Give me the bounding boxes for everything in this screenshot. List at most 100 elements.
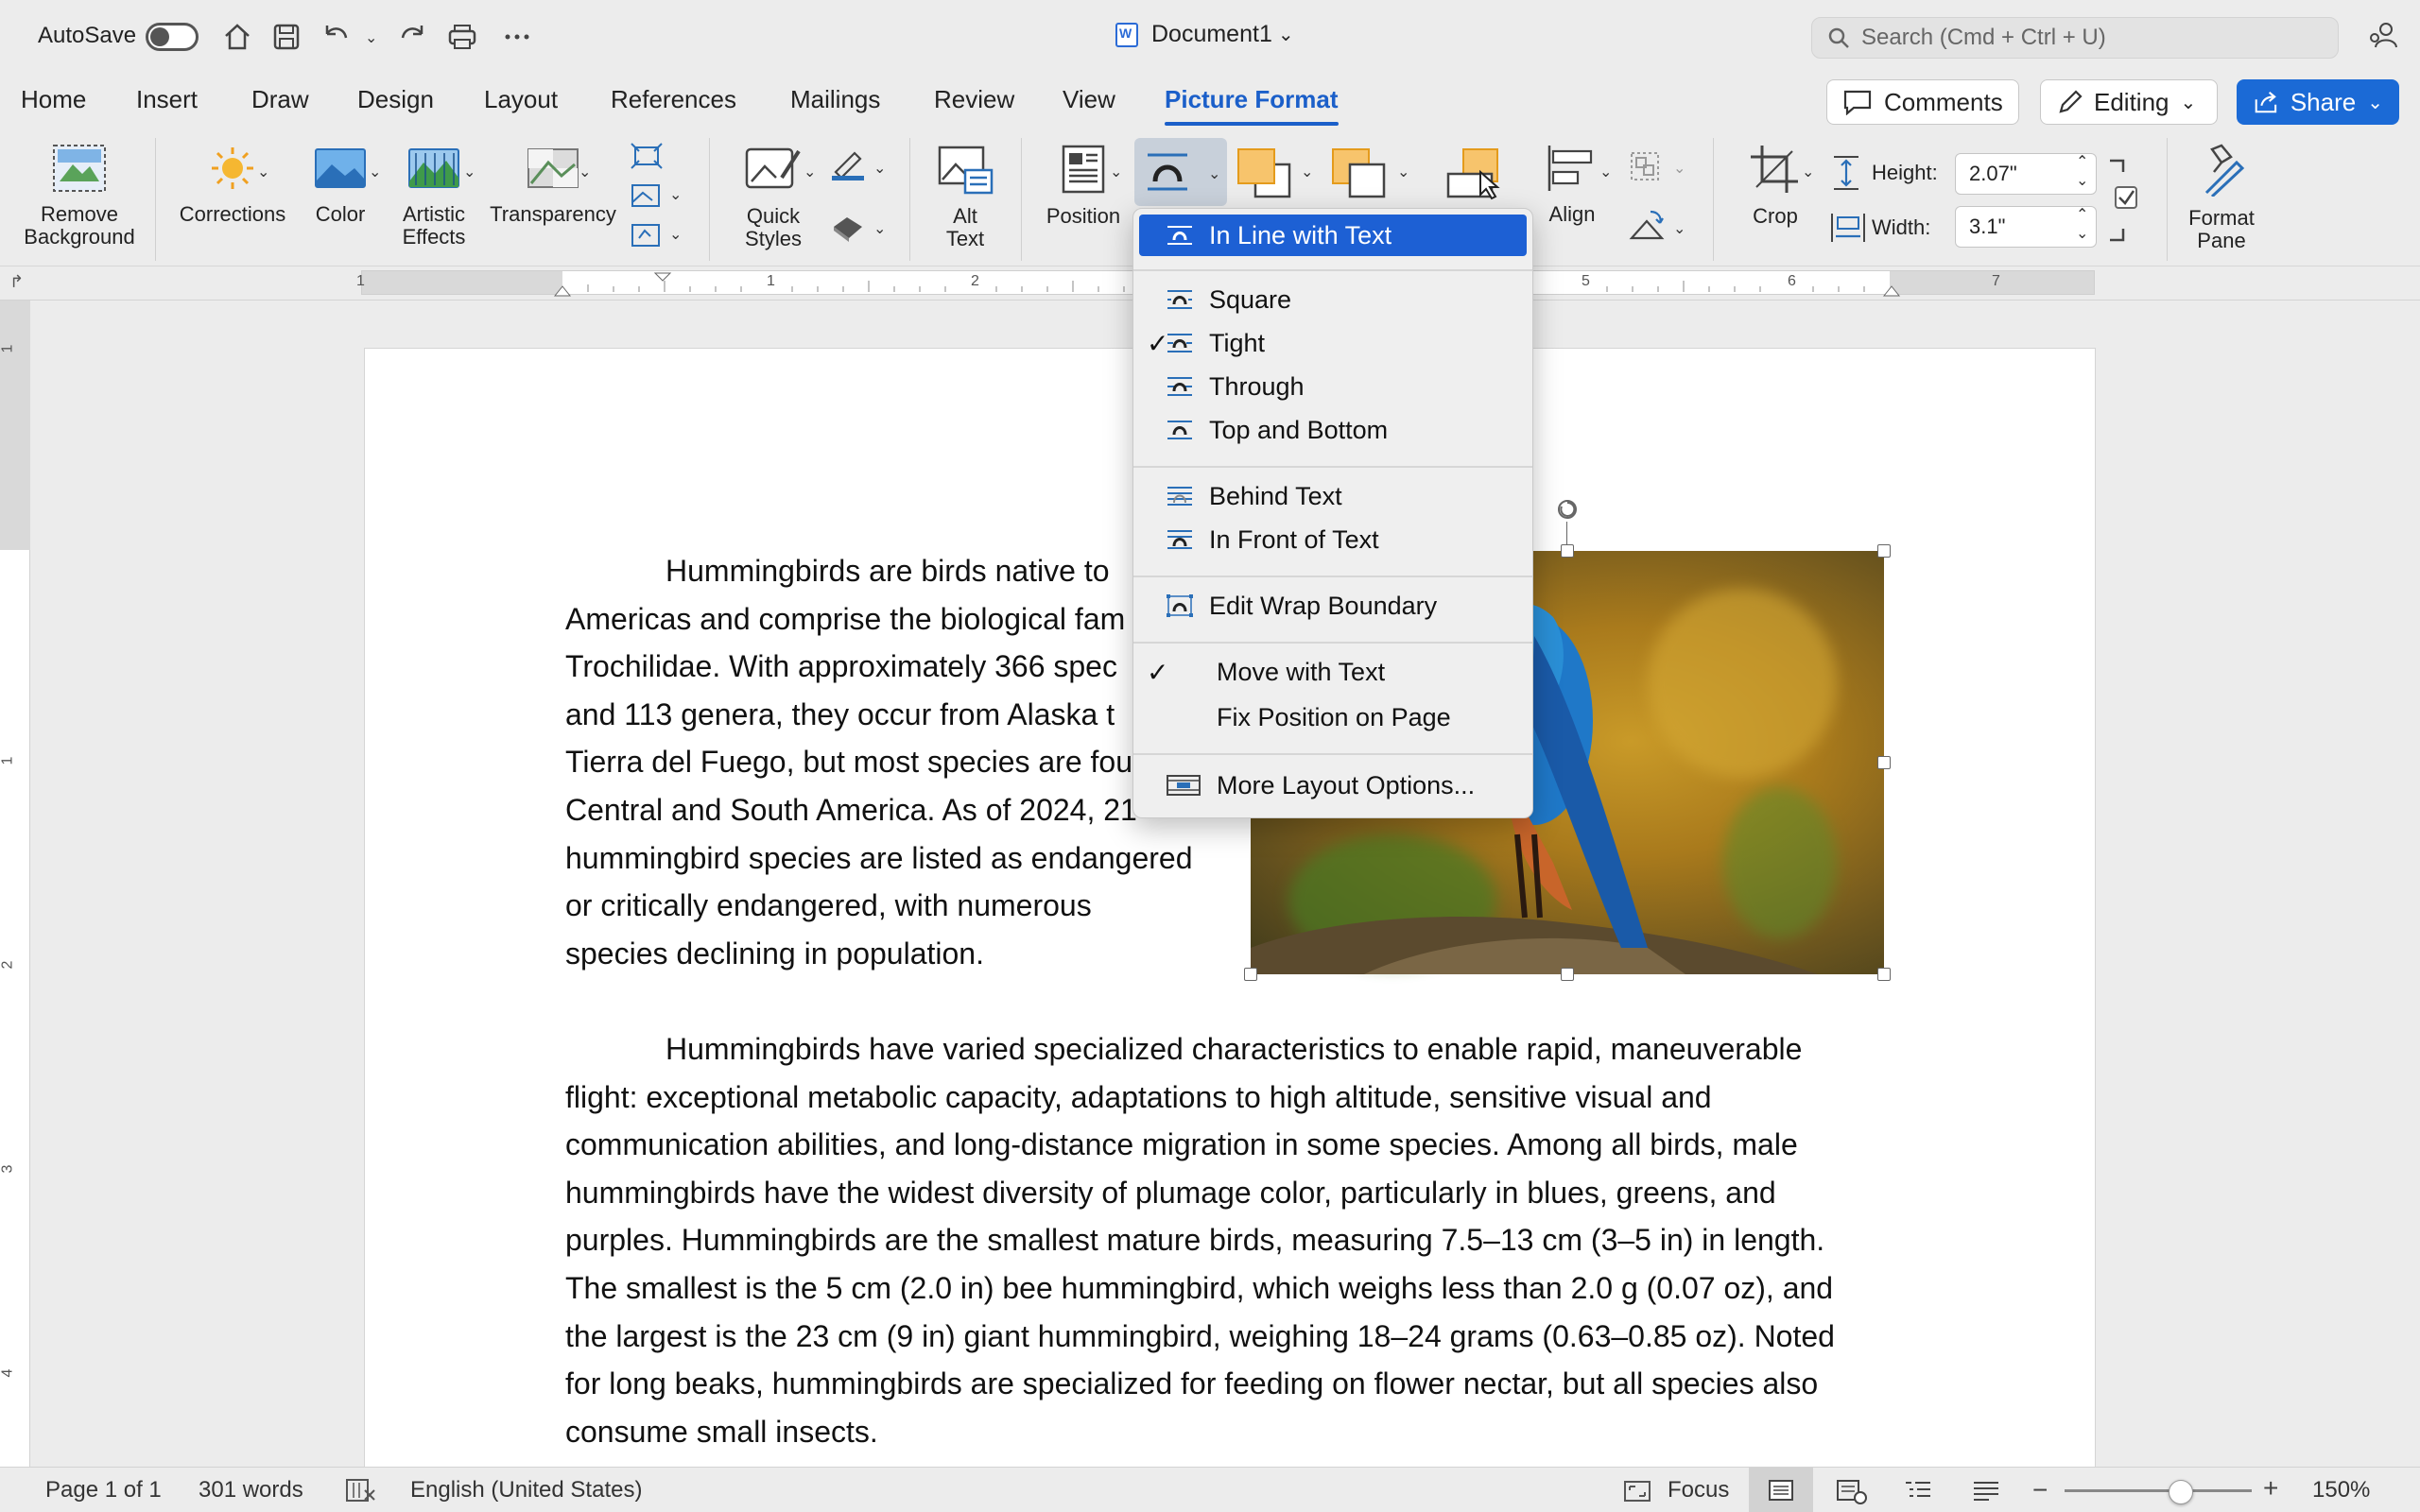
- outline-view-icon[interactable]: [1904, 1479, 1932, 1503]
- width-stepper[interactable]: ⌃ ⌄: [2076, 206, 2088, 244]
- bring-forward-dropdown-icon[interactable]: ⌄: [1301, 163, 1313, 181]
- home-icon[interactable]: [221, 21, 253, 53]
- document-title[interactable]: Document1 ⌄: [1115, 21, 1294, 48]
- proofing-icon[interactable]: [344, 1477, 376, 1503]
- quick-styles-button[interactable]: Quick Styles: [724, 144, 822, 250]
- page-count[interactable]: Page 1 of 1: [45, 1477, 162, 1503]
- language[interactable]: English (United States): [410, 1477, 642, 1503]
- resize-handle-bottom[interactable]: [1561, 968, 1574, 981]
- position-button[interactable]: Position: [1036, 144, 1131, 228]
- menu-item-edit-wrap-boundary[interactable]: Edit Wrap Boundary: [1139, 585, 1527, 627]
- resize-handle-right[interactable]: [1877, 756, 1891, 769]
- crop-dropdown-icon[interactable]: ⌄: [1802, 163, 1814, 181]
- more-icon[interactable]: [501, 21, 533, 53]
- rotate-icon[interactable]: [1628, 208, 1666, 242]
- focus-button[interactable]: Focus: [1668, 1477, 1729, 1503]
- position-dropdown-icon[interactable]: ⌄: [1110, 163, 1122, 181]
- menu-item-tight[interactable]: ✓ Tight: [1139, 322, 1527, 364]
- save-icon[interactable]: [270, 21, 302, 53]
- menu-item-in-line-with-text[interactable]: In Line with Text: [1139, 215, 1527, 256]
- comments-button[interactable]: Comments: [1826, 79, 2019, 125]
- tab-home[interactable]: Home: [21, 85, 86, 114]
- undo-dropdown-icon[interactable]: ⌄: [365, 28, 377, 47]
- artistic-effects-button[interactable]: Artistic Effects: [389, 144, 478, 249]
- zoom-out-button[interactable]: −: [2032, 1475, 2048, 1505]
- menu-item-behind-text[interactable]: Behind Text: [1139, 475, 1527, 517]
- resize-handle-bottom-left[interactable]: [1244, 968, 1257, 981]
- share-button[interactable]: Share ⌄: [2237, 79, 2399, 125]
- tab-stop-icon[interactable]: ↱: [9, 272, 24, 292]
- group-dropdown-icon[interactable]: ⌄: [1673, 159, 1685, 178]
- color-dropdown-icon[interactable]: ⌄: [369, 163, 381, 181]
- remove-background-button[interactable]: Remove Background: [17, 144, 142, 249]
- group-icon[interactable]: [1628, 149, 1662, 183]
- menu-item-move-with-text[interactable]: ✓ Move with Text: [1139, 651, 1527, 693]
- tab-insert[interactable]: Insert: [136, 85, 198, 114]
- menu-item-top-and-bottom[interactable]: Top and Bottom: [1139, 409, 1527, 451]
- print-layout-view-button[interactable]: [1749, 1468, 1813, 1512]
- menu-item-more-layout-options[interactable]: More Layout Options...: [1139, 765, 1527, 806]
- quick-styles-dropdown-icon[interactable]: ⌄: [804, 163, 816, 181]
- transparency-dropdown-icon[interactable]: ⌄: [579, 163, 591, 181]
- tab-view[interactable]: View: [1063, 85, 1115, 114]
- draft-view-icon[interactable]: [1972, 1479, 2000, 1503]
- zoom-in-button[interactable]: +: [2263, 1473, 2278, 1503]
- zoom-slider-thumb[interactable]: [2168, 1480, 2193, 1504]
- tab-design[interactable]: Design: [357, 85, 434, 114]
- align-button[interactable]: Align: [1530, 144, 1615, 226]
- account-icon[interactable]: [2367, 19, 2399, 51]
- tab-layout[interactable]: Layout: [484, 85, 558, 114]
- reset-picture-icon[interactable]: [630, 221, 664, 249]
- compress-pictures-icon[interactable]: [630, 142, 664, 170]
- tab-references[interactable]: References: [611, 85, 736, 114]
- height-stepper[interactable]: ⌃ ⌄: [2076, 153, 2088, 191]
- menu-item-fix-position-on-page[interactable]: Fix Position on Page: [1139, 696, 1527, 738]
- zoom-level[interactable]: 150%: [2312, 1477, 2370, 1503]
- tab-mailings[interactable]: Mailings: [790, 85, 880, 114]
- bring-forward-icon[interactable]: [1235, 146, 1295, 202]
- picture-border-dropdown-icon[interactable]: ⌄: [873, 159, 886, 178]
- artistic-effects-dropdown-icon[interactable]: ⌄: [463, 163, 475, 181]
- left-indent-marker[interactable]: [553, 284, 572, 298]
- change-picture-dropdown-icon[interactable]: ⌄: [669, 185, 682, 204]
- search-input[interactable]: [1861, 25, 2315, 51]
- picture-effects-icon[interactable]: [830, 212, 866, 244]
- menu-item-through[interactable]: Through: [1139, 366, 1527, 407]
- tab-picture-format[interactable]: Picture Format: [1165, 85, 1339, 126]
- autosave-toggle[interactable]: [146, 23, 199, 51]
- search-box[interactable]: [1811, 17, 2339, 59]
- wrap-text-button[interactable]: ⌄: [1134, 138, 1227, 206]
- resize-handle-bottom-right[interactable]: [1877, 968, 1891, 981]
- send-backward-dropdown-icon[interactable]: ⌄: [1397, 163, 1409, 181]
- alt-text-button[interactable]: Alt Text: [925, 144, 1006, 250]
- menu-item-in-front-of-text[interactable]: In Front of Text: [1139, 519, 1527, 560]
- redo-icon[interactable]: [397, 21, 429, 53]
- tab-draw[interactable]: Draw: [251, 85, 309, 114]
- color-button[interactable]: Color: [295, 144, 386, 226]
- undo-icon[interactable]: [320, 21, 352, 53]
- lock-aspect-ratio-icon[interactable]: [2106, 155, 2140, 246]
- corrections-button[interactable]: Corrections: [170, 144, 295, 226]
- resize-handle-top[interactable]: [1561, 544, 1574, 558]
- right-indent-marker[interactable]: [1882, 284, 1901, 298]
- send-backward-icon[interactable]: [1329, 146, 1390, 202]
- paragraph-2[interactable]: Hummingbirds have varied specialized cha…: [565, 1025, 1908, 1455]
- selection-pane-icon[interactable]: [1444, 146, 1505, 202]
- rotate-handle-icon[interactable]: [1555, 497, 1580, 522]
- vertical-ruler[interactable]: 1 1 2 3 4: [0, 301, 30, 1467]
- resize-handle-top-right[interactable]: [1877, 544, 1891, 558]
- web-layout-icon[interactable]: [1836, 1479, 1868, 1505]
- tab-review[interactable]: Review: [934, 85, 1014, 114]
- crop-button[interactable]: Crop: [1728, 144, 1823, 228]
- rotate-dropdown-icon[interactable]: ⌄: [1673, 219, 1685, 238]
- menu-item-square[interactable]: Square: [1139, 279, 1527, 320]
- editing-button[interactable]: Editing ⌄: [2040, 79, 2218, 125]
- picture-border-icon[interactable]: [830, 149, 866, 181]
- change-picture-icon[interactable]: [630, 181, 664, 210]
- corrections-dropdown-icon[interactable]: ⌄: [257, 163, 269, 181]
- word-count[interactable]: 301 words: [199, 1477, 303, 1503]
- zoom-slider-track[interactable]: [2065, 1489, 2252, 1492]
- align-dropdown-icon[interactable]: ⌄: [1599, 163, 1612, 181]
- picture-effects-dropdown-icon[interactable]: ⌄: [873, 219, 886, 238]
- reset-picture-dropdown-icon[interactable]: ⌄: [669, 225, 682, 244]
